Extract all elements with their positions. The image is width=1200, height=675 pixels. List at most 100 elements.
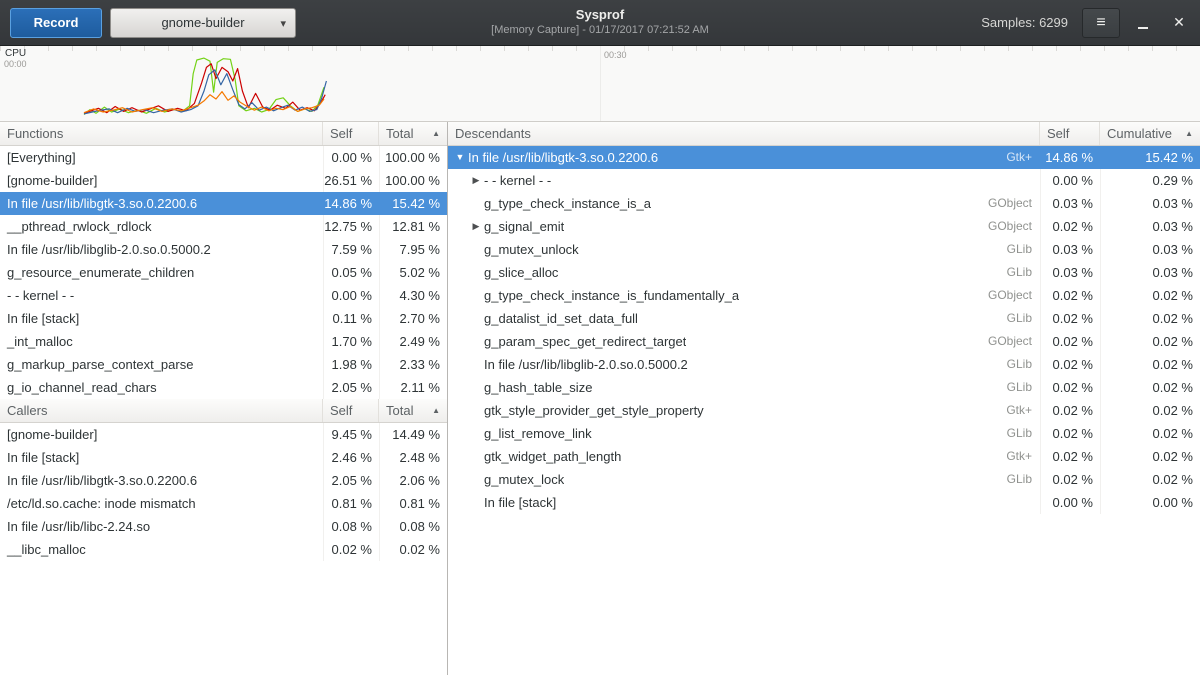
tree-row[interactable]: g_hash_table_sizeGLib0.02 %0.02 % <box>448 376 1200 399</box>
function-name: - - kernel - - <box>484 169 551 192</box>
table-row[interactable]: [gnome-builder]9.45 %14.49 % <box>0 423 447 446</box>
sort-indicator-icon: ▲ <box>432 122 440 145</box>
self-percent: 0.02 % <box>1040 399 1100 422</box>
function-name: __pthread_rwlock_rdlock <box>0 215 323 238</box>
column-cumulative[interactable]: Cumulative▲ <box>1100 122 1200 145</box>
callers-table: [gnome-builder]9.45 %14.49 %In file [sta… <box>0 423 447 561</box>
table-row[interactable]: In file /usr/lib/libgtk-3.so.0.2200.62.0… <box>0 469 447 492</box>
tree-row[interactable]: g_slice_allocGLib0.03 %0.03 % <box>448 261 1200 284</box>
total-percent: 0.08 % <box>379 515 447 538</box>
self-percent: 2.05 % <box>323 376 379 399</box>
table-row[interactable]: In file [stack]0.11 %2.70 % <box>0 307 447 330</box>
table-row[interactable]: - - kernel - -0.00 %4.30 % <box>0 284 447 307</box>
total-percent: 7.95 % <box>379 238 447 261</box>
samples-count: Samples: 6299 <box>981 15 1068 30</box>
function-name: In file /usr/lib/libgtk-3.so.0.2200.6 <box>0 469 323 492</box>
table-row[interactable]: [Everything]0.00 %100.00 % <box>0 146 447 169</box>
expand-expander-icon[interactable]: ▶ <box>468 215 484 238</box>
menu-button[interactable]: ≡ <box>1082 8 1120 38</box>
column-descendants[interactable]: Descendants <box>448 122 1040 145</box>
total-percent: 2.70 % <box>379 307 447 330</box>
cumulative-percent: 0.03 % <box>1100 238 1200 261</box>
table-row[interactable]: __pthread_rwlock_rdlock12.75 %12.81 % <box>0 215 447 238</box>
close-button[interactable]: ✕ <box>1166 10 1192 36</box>
function-name: In file [stack] <box>0 307 323 330</box>
callers-table-header: Callers Self Total▲ <box>0 399 447 423</box>
column-self[interactable]: Self <box>323 122 379 145</box>
function-name: g_hash_table_size <box>484 376 592 399</box>
tree-row[interactable]: In file /usr/lib/libglib-2.0.so.0.5000.2… <box>448 353 1200 376</box>
table-row[interactable]: In file /usr/lib/libgtk-3.so.0.2200.614.… <box>0 192 447 215</box>
library-tag: GLib <box>997 468 1040 491</box>
tree-row[interactable]: g_param_spec_get_redirect_targetGObject0… <box>448 330 1200 353</box>
column-functions[interactable]: Functions <box>0 122 323 145</box>
table-row[interactable]: g_markup_parse_context_parse1.98 %2.33 % <box>0 353 447 376</box>
tree-row[interactable]: ▼In file /usr/lib/libgtk-3.so.0.2200.6Gt… <box>448 146 1200 169</box>
tree-row[interactable]: gtk_widget_path_lengthGtk+0.02 %0.02 % <box>448 445 1200 468</box>
table-row[interactable]: g_resource_enumerate_children0.05 %5.02 … <box>0 261 447 284</box>
process-selector-dropdown[interactable]: gnome-builder ▾ <box>110 8 296 38</box>
self-percent: 0.05 % <box>323 261 379 284</box>
table-row[interactable]: /etc/ld.so.cache: inode mismatch0.81 %0.… <box>0 492 447 515</box>
total-percent: 2.11 % <box>379 376 447 399</box>
tree-row[interactable]: g_datalist_id_set_data_fullGLib0.02 %0.0… <box>448 307 1200 330</box>
function-name: In file [stack] <box>484 491 556 514</box>
function-name: g_resource_enumerate_children <box>0 261 323 284</box>
library-tag: GObject <box>978 215 1040 238</box>
library-tag: GLib <box>997 307 1040 330</box>
minimize-button[interactable] <box>1130 10 1156 36</box>
record-button[interactable]: Record <box>10 8 102 38</box>
function-name: _int_malloc <box>0 330 323 353</box>
tree-row[interactable]: ▶g_signal_emitGObject0.02 %0.03 % <box>448 215 1200 238</box>
total-percent: 15.42 % <box>379 192 447 215</box>
self-percent: 1.70 % <box>323 330 379 353</box>
expand-expander-icon[interactable]: ▶ <box>468 169 484 192</box>
close-icon: ✕ <box>1173 14 1185 30</box>
tree-row[interactable]: g_mutex_lockGLib0.02 %0.02 % <box>448 468 1200 491</box>
self-percent: 14.86 % <box>323 192 379 215</box>
total-percent: 2.48 % <box>379 446 447 469</box>
collapse-expander-icon[interactable]: ▼ <box>452 146 468 169</box>
self-percent: 0.11 % <box>323 307 379 330</box>
total-percent: 12.81 % <box>379 215 447 238</box>
function-name: g_slice_alloc <box>484 261 558 284</box>
cumulative-percent: 0.02 % <box>1100 376 1200 399</box>
function-name: g_param_spec_get_redirect_target <box>484 330 686 353</box>
self-percent: 9.45 % <box>323 423 379 446</box>
self-percent: 0.02 % <box>1040 468 1100 491</box>
cumulative-percent: 0.03 % <box>1100 192 1200 215</box>
cumulative-percent: 0.00 % <box>1100 491 1200 514</box>
column-self[interactable]: Self <box>323 399 379 422</box>
column-cumulative-label: Cumulative <box>1107 122 1172 145</box>
cumulative-percent: 0.02 % <box>1100 353 1200 376</box>
table-row[interactable]: [gnome-builder]26.51 %100.00 % <box>0 169 447 192</box>
table-row[interactable]: In file /usr/lib/libglib-2.0.so.0.5000.2… <box>0 238 447 261</box>
column-self[interactable]: Self <box>1040 122 1100 145</box>
descendant-name-cell: In file [stack] <box>448 491 1040 514</box>
function-name: g_markup_parse_context_parse <box>0 353 323 376</box>
function-name: g_mutex_lock <box>484 468 564 491</box>
sort-indicator-icon: ▲ <box>432 399 440 422</box>
tree-row[interactable]: ▶- - kernel - -0.00 %0.29 % <box>448 169 1200 192</box>
header-right-cluster: Samples: 6299 ≡ ✕ <box>981 8 1192 38</box>
tree-row[interactable]: gtk_style_provider_get_style_propertyGtk… <box>448 399 1200 422</box>
table-row[interactable]: _int_malloc1.70 %2.49 % <box>0 330 447 353</box>
chevron-down-icon: ▾ <box>280 17 286 30</box>
column-total[interactable]: Total▲ <box>379 122 447 145</box>
table-row[interactable]: g_io_channel_read_chars2.05 %2.11 % <box>0 376 447 399</box>
tree-row[interactable]: g_list_remove_linkGLib0.02 %0.02 % <box>448 422 1200 445</box>
tree-row[interactable]: In file [stack]0.00 %0.00 % <box>448 491 1200 514</box>
tree-row[interactable]: g_type_check_instance_is_fundamentally_a… <box>448 284 1200 307</box>
tree-row[interactable]: g_mutex_unlockGLib0.03 %0.03 % <box>448 238 1200 261</box>
column-callers[interactable]: Callers <box>0 399 323 422</box>
library-tag: GLib <box>997 238 1040 261</box>
cpu-graph-area[interactable]: CPU 00:00 00:30 <box>0 46 1200 122</box>
table-row[interactable]: In file [stack]2.46 %2.48 % <box>0 446 447 469</box>
column-total[interactable]: Total▲ <box>379 399 447 422</box>
function-name: g_io_channel_read_chars <box>0 376 323 399</box>
library-tag: GObject <box>978 330 1040 353</box>
total-percent: 100.00 % <box>379 169 447 192</box>
table-row[interactable]: __libc_malloc0.02 %0.02 % <box>0 538 447 561</box>
tree-row[interactable]: g_type_check_instance_is_aGObject0.03 %0… <box>448 192 1200 215</box>
table-row[interactable]: In file /usr/lib/libc-2.24.so0.08 %0.08 … <box>0 515 447 538</box>
